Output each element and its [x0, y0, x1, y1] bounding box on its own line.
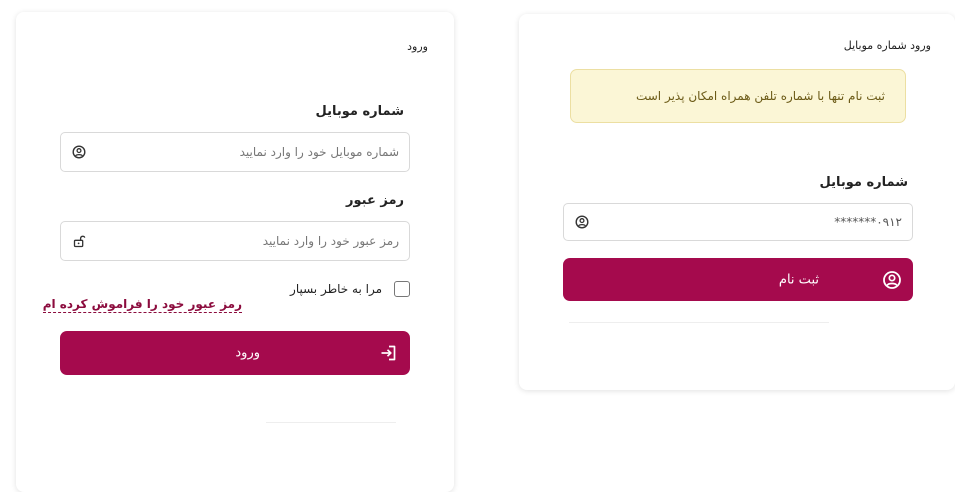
- signup-mobile-input[interactable]: ۰۹۱۲*******: [563, 203, 913, 241]
- signup-mobile-label: شماره موبایل: [819, 175, 908, 190]
- signup-notice: ثبت نام تنها با شماره تلفن همراه امکان پ…: [570, 69, 906, 123]
- divider: [569, 322, 829, 323]
- signup-submit-button[interactable]: ثبت نام: [563, 258, 913, 301]
- mobile-input[interactable]: شماره موبایل خود را وارد نمایید: [60, 132, 410, 172]
- password-input[interactable]: رمز عبور خود را وارد نمایید: [60, 221, 410, 261]
- divider: [266, 422, 396, 423]
- remember-me-label: مرا به خاطر بسپار: [290, 282, 382, 296]
- mobile-placeholder: شماره موبایل خود را وارد نمایید: [239, 145, 399, 159]
- signup-title: ورود شماره موبایل: [843, 39, 931, 52]
- signup-submit-label: ثبت نام: [778, 272, 819, 287]
- mobile-label: شماره موبایل: [315, 104, 404, 119]
- signup-mobile-value: ۰۹۱۲*******: [834, 215, 902, 229]
- user-circle-icon: [72, 145, 86, 159]
- signup-notice-text: ثبت نام تنها با شماره تلفن همراه امکان پ…: [635, 89, 885, 103]
- user-circle-icon: [883, 270, 901, 289]
- login-submit-button[interactable]: ورود: [60, 331, 410, 375]
- login-card: ورود شماره موبایل شماره موبایل خود را وا…: [16, 12, 454, 492]
- signup-card: ورود شماره موبایل ثبت نام تنها با شماره …: [519, 14, 955, 390]
- forgot-password-link[interactable]: رمز عبور خود را فراموش کرده ام: [42, 297, 242, 313]
- login-title: ورود: [407, 40, 428, 53]
- user-circle-icon: [575, 215, 589, 229]
- password-placeholder: رمز عبور خود را وارد نمایید: [262, 234, 399, 248]
- unlock-icon: [73, 235, 86, 248]
- login-submit-label: ورود: [235, 345, 260, 361]
- login-arrow-icon: [381, 345, 396, 361]
- remember-me-checkbox[interactable]: [394, 281, 410, 297]
- password-label: رمز عبور: [346, 193, 404, 208]
